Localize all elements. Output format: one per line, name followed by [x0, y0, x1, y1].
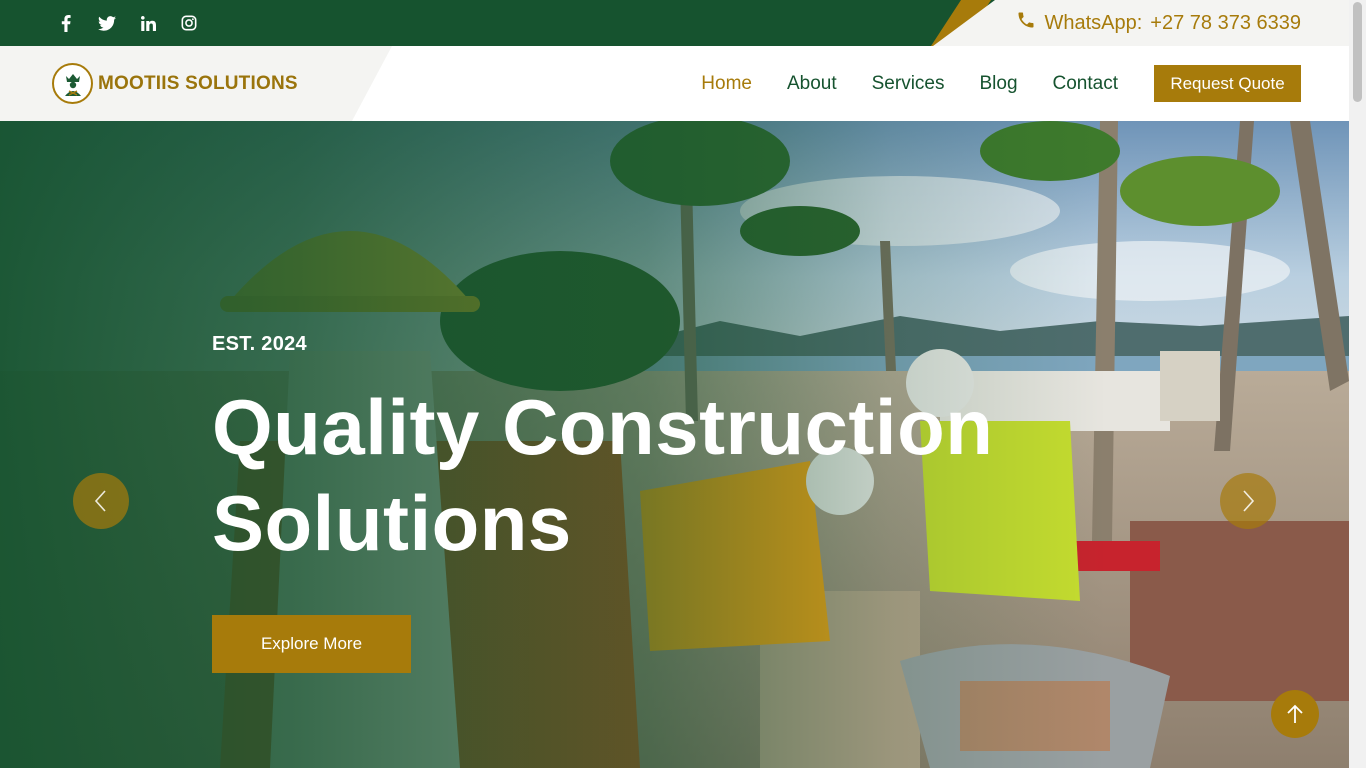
brand-name: MOOTIIS SOLUTIONS [98, 72, 298, 94]
facebook-icon[interactable] [56, 13, 76, 33]
scrollbar-thumb[interactable] [1353, 2, 1362, 102]
whatsapp-number[interactable]: +27 78 373 6339 [1150, 12, 1301, 35]
nav-links: Home About Services Blog Contact [701, 46, 1118, 121]
main-navbar: MOOTIIS SOLUTIONS Home About Services Bl… [0, 46, 1349, 121]
carousel-prev-button[interactable] [73, 473, 129, 529]
nav-blog[interactable]: Blog [979, 73, 1017, 95]
hero-carousel: EST. 2024 Quality Construction Solutions… [0, 121, 1349, 768]
phone-icon [1016, 10, 1036, 36]
carousel-next-button[interactable] [1220, 473, 1276, 529]
chevron-right-icon [1243, 490, 1255, 512]
logo-icon [52, 63, 93, 104]
whatsapp-label: WhatsApp: [1044, 11, 1143, 34]
top-bar: WhatsApp: +27 78 373 6339 [0, 0, 1349, 46]
arrow-up-icon [1287, 704, 1303, 723]
social-links [56, 0, 199, 46]
hero-title-line-1: Quality Construction [212, 383, 994, 471]
nav-home[interactable]: Home [701, 73, 752, 95]
back-to-top-button[interactable] [1271, 690, 1319, 738]
nav-contact[interactable]: Contact [1053, 73, 1118, 95]
linkedin-icon[interactable] [138, 13, 158, 33]
instagram-icon[interactable] [179, 13, 199, 33]
hero-title-line-2: Solutions [212, 479, 572, 567]
nav-about[interactable]: About [787, 73, 837, 95]
chevron-left-icon [94, 490, 106, 512]
hero-title: Quality Construction Solutions [212, 379, 1112, 571]
twitter-icon[interactable] [97, 13, 117, 33]
brand-logo-link[interactable]: MOOTIIS SOLUTIONS [52, 63, 298, 104]
whatsapp-contact[interactable]: WhatsApp: +27 78 373 6339 [1016, 0, 1301, 46]
page-scrollbar[interactable] [1349, 0, 1366, 768]
nav-services[interactable]: Services [872, 73, 945, 95]
explore-more-button[interactable]: Explore More [212, 615, 411, 673]
request-quote-button[interactable]: Request Quote [1154, 65, 1301, 102]
hero-est-label: EST. 2024 [212, 333, 307, 355]
